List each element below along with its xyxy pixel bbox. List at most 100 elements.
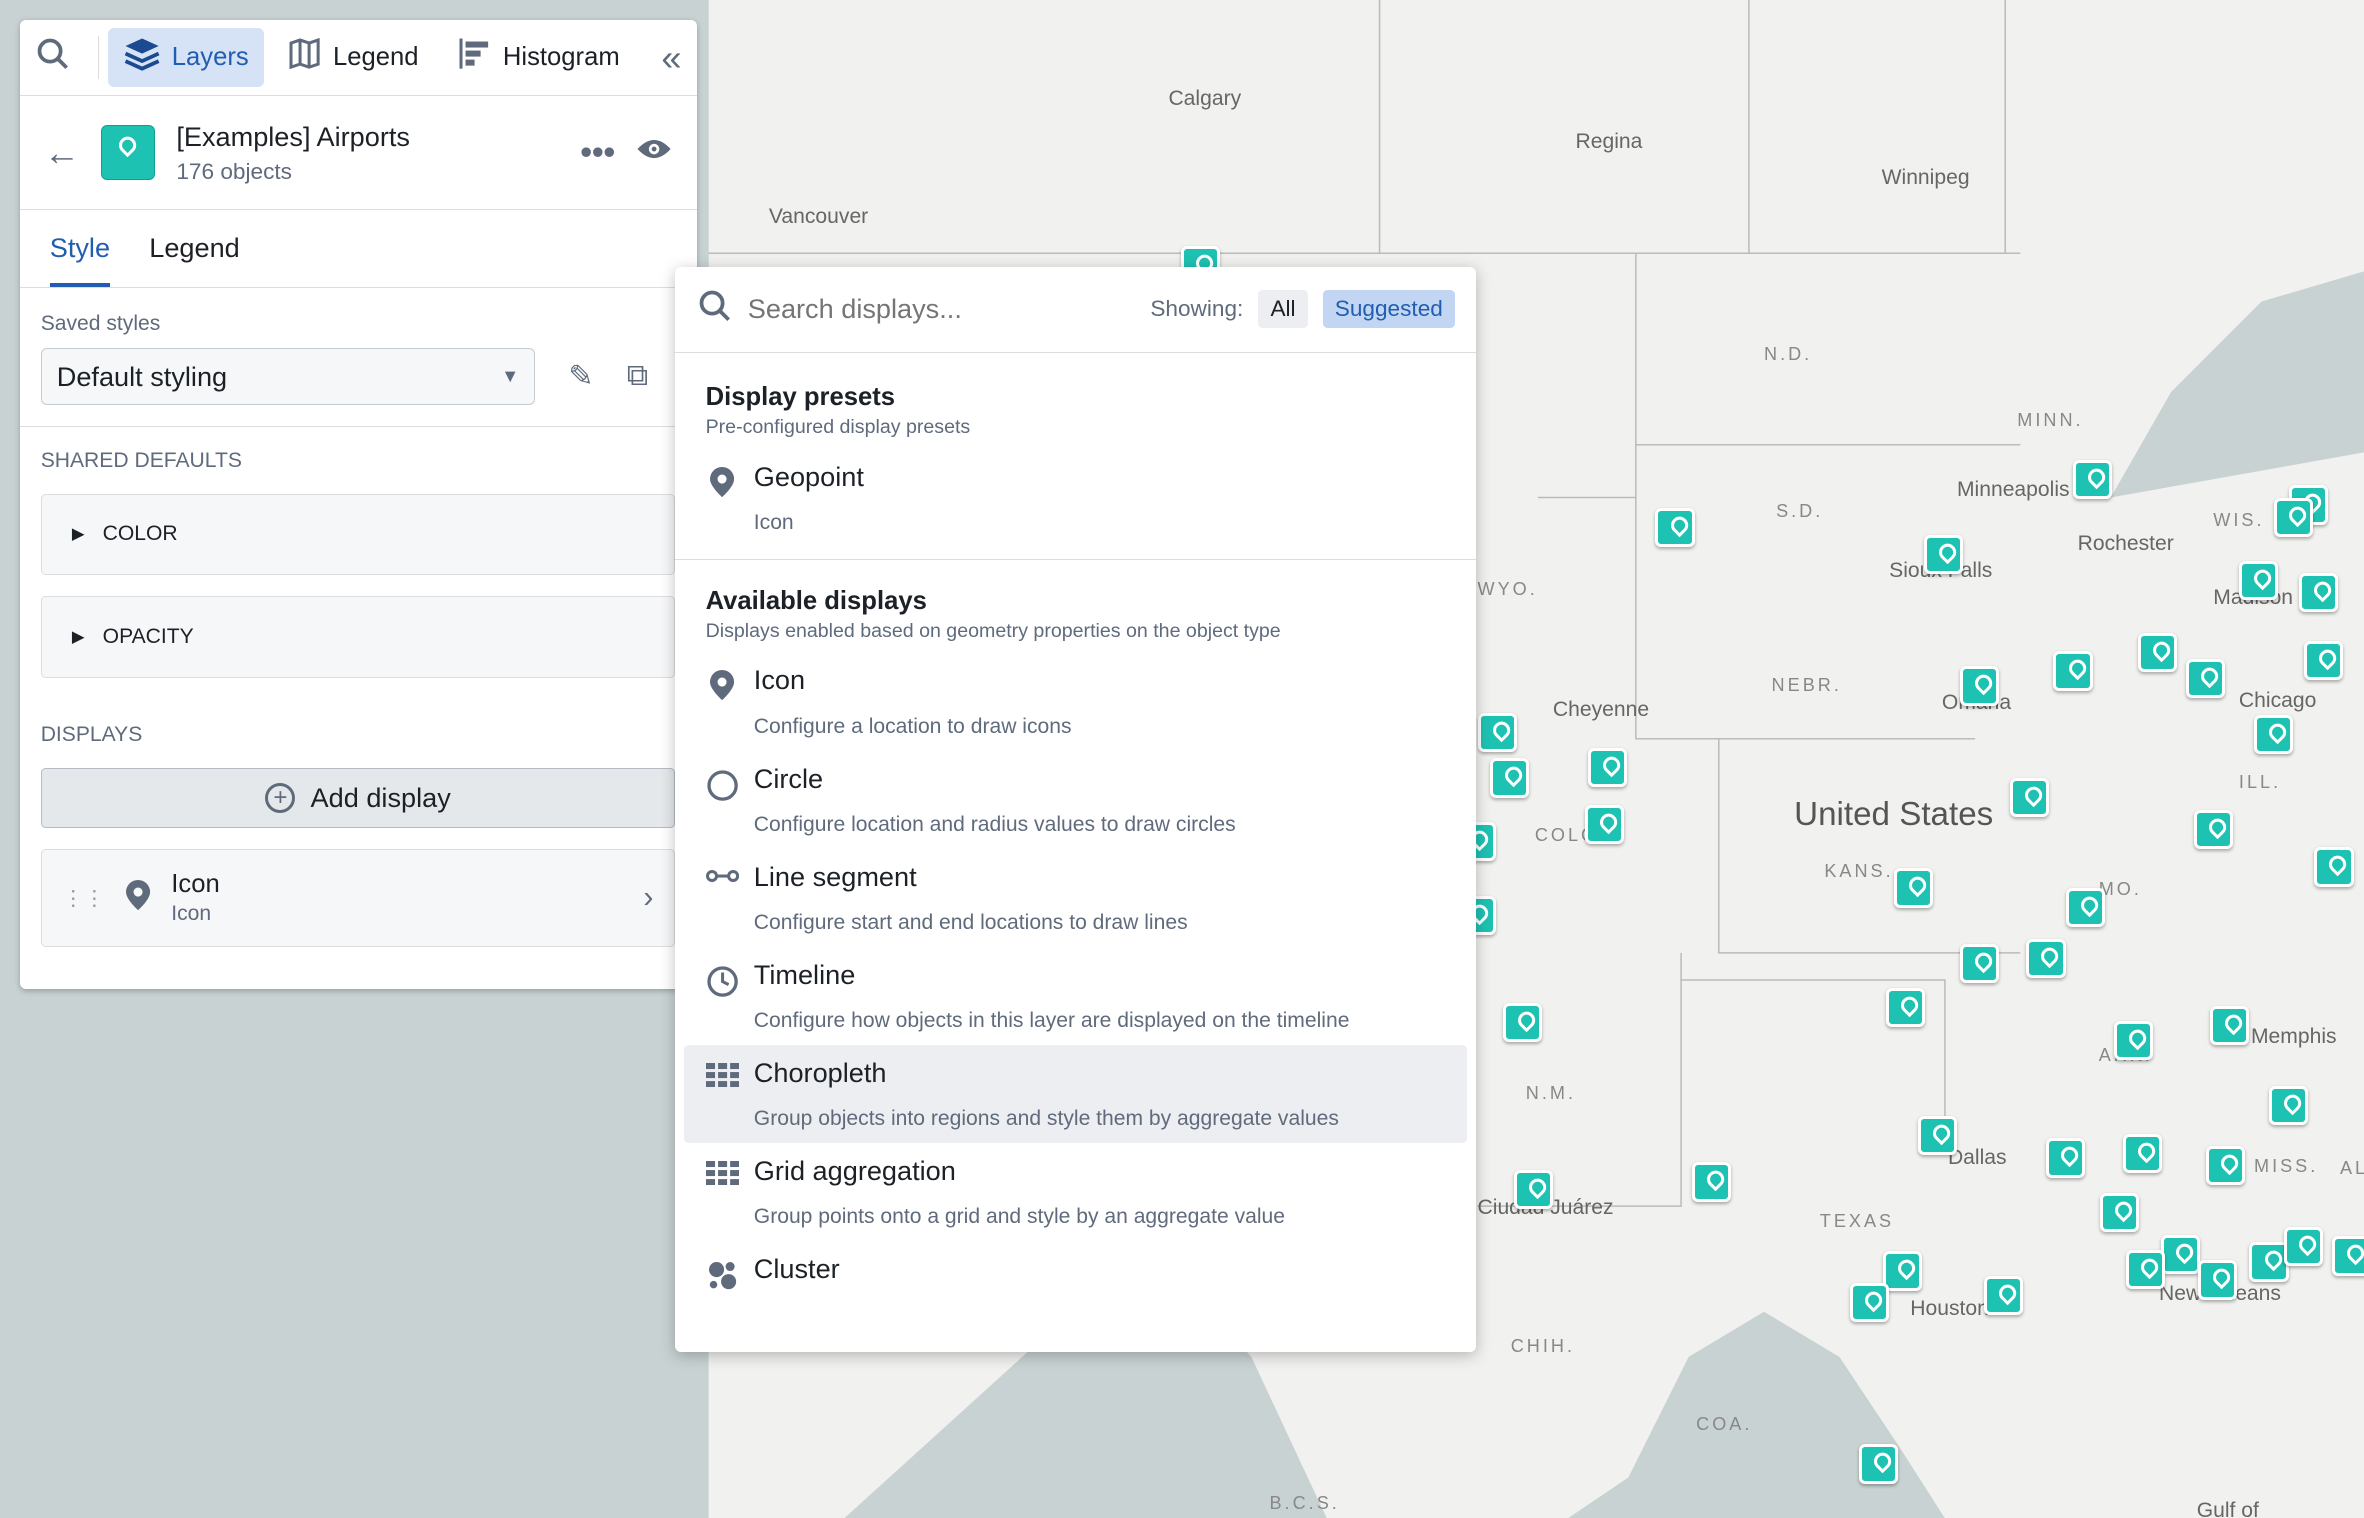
add-display-button[interactable]: +Add display: [41, 768, 676, 828]
filter-all[interactable]: All: [1258, 290, 1307, 328]
option-desc: Configure location and radius values to …: [754, 813, 1236, 837]
display-option-cluster[interactable]: Cluster: [684, 1241, 1467, 1304]
airport-marker[interactable]: [1984, 1276, 2023, 1315]
airport-marker[interactable]: [2138, 633, 2177, 672]
airport-marker[interactable]: [2254, 715, 2293, 754]
cluster-icon: [706, 1253, 739, 1292]
display-option-timeline[interactable]: TimelineConfigure how objects in this la…: [684, 947, 1467, 1045]
display-option-circle[interactable]: CircleConfigure location and radius valu…: [684, 751, 1467, 849]
airport-marker[interactable]: [2299, 573, 2338, 612]
airport-marker[interactable]: [1960, 666, 1999, 705]
option-title: Grid aggregation: [754, 1155, 1285, 1187]
tab-label: Histogram: [503, 43, 620, 72]
eye-icon[interactable]: [636, 137, 672, 168]
airport-marker[interactable]: [2123, 1134, 2162, 1173]
option-desc: Icon: [754, 511, 864, 535]
opacity-section[interactable]: ▶OPACITY: [41, 596, 676, 677]
airport-marker[interactable]: [1859, 1444, 1898, 1483]
layer-title: [Examples] Airports: [176, 121, 559, 153]
shared-defaults-heading: SHARED DEFAULTS: [41, 449, 676, 473]
saved-styles-select[interactable]: Default styling▼: [41, 348, 536, 405]
map-label: Calgary: [1168, 87, 1241, 111]
airport-marker[interactable]: [1886, 988, 1925, 1027]
airport-marker[interactable]: [2274, 498, 2313, 537]
map-label: N.M.: [1526, 1083, 1576, 1104]
airport-marker[interactable]: [2304, 641, 2343, 680]
section-label: COLOR: [103, 522, 178, 546]
airport-marker[interactable]: [1894, 868, 1933, 907]
display-option-line-segment[interactable]: Line segmentConfigure start and end loca…: [684, 849, 1467, 947]
map-label: Minneapolis: [1957, 478, 2070, 502]
available-subtitle: Displays enabled based on geometry prope…: [706, 620, 1446, 643]
filter-suggested[interactable]: Suggested: [1323, 290, 1455, 328]
airport-marker[interactable]: [2066, 888, 2105, 927]
airport-marker[interactable]: [2249, 1242, 2288, 1281]
airport-marker[interactable]: [1918, 1116, 1957, 1155]
display-option-icon[interactable]: IconConfigure a location to draw icons: [684, 652, 1467, 750]
airport-marker[interactable]: [2210, 1006, 2249, 1045]
tab-style[interactable]: Style: [50, 209, 110, 287]
chevron-right-icon: ›: [643, 881, 653, 915]
display-option-geopoint[interactable]: GeopointIcon: [684, 448, 1467, 546]
airport-marker[interactable]: [2026, 939, 2065, 978]
duplicate-icon[interactable]: ⧉: [627, 359, 649, 394]
tab-legend[interactable]: Legend: [273, 28, 434, 86]
airport-marker[interactable]: [2269, 1086, 2308, 1125]
airport-marker[interactable]: [2198, 1260, 2237, 1299]
airport-marker[interactable]: [1490, 758, 1529, 797]
drag-handle-icon[interactable]: ⋮⋮: [63, 885, 105, 911]
search-icon[interactable]: [35, 36, 89, 79]
airport-marker[interactable]: [1960, 944, 1999, 983]
tab-legend-layer[interactable]: Legend: [149, 209, 240, 287]
tab-histogram[interactable]: Histogram: [443, 28, 635, 86]
display-option-choropleth[interactable]: ChoroplethGroup objects into regions and…: [684, 1045, 1467, 1143]
presets-subtitle: Pre-configured display presets: [706, 416, 1446, 439]
airport-marker[interactable]: [2206, 1146, 2245, 1185]
airport-marker[interactable]: [1585, 805, 1624, 844]
search-displays-input[interactable]: [748, 293, 1136, 325]
airport-marker[interactable]: [1514, 1170, 1553, 1209]
collapse-icon[interactable]: «: [661, 37, 681, 79]
color-section[interactable]: ▶COLOR: [41, 494, 676, 575]
airport-marker[interactable]: [2284, 1227, 2323, 1266]
airport-marker[interactable]: [2186, 659, 2225, 698]
display-item-icon[interactable]: ⋮⋮ IconIcon ›: [41, 849, 676, 947]
airport-marker[interactable]: [1503, 1003, 1542, 1042]
airport-marker[interactable]: [2161, 1235, 2200, 1274]
airport-marker[interactable]: [2314, 847, 2353, 886]
tab-layers[interactable]: Layers: [108, 28, 263, 86]
map-label: TEXAS: [1820, 1211, 1894, 1232]
airport-marker[interactable]: [2114, 1021, 2153, 1060]
airport-marker[interactable]: [2332, 1236, 2364, 1275]
airport-marker[interactable]: [2100, 1193, 2139, 1232]
airport-marker[interactable]: [2053, 651, 2092, 690]
caret-right-icon: ▶: [72, 627, 85, 647]
airport-marker[interactable]: [2010, 778, 2049, 817]
airport-marker[interactable]: [1655, 508, 1694, 547]
option-title: Choropleth: [754, 1057, 1339, 1089]
map-label: S.D.: [1776, 501, 1823, 522]
airport-marker[interactable]: [2073, 460, 2112, 499]
airport-marker[interactable]: [1850, 1283, 1889, 1322]
map-label: ILL.: [2239, 772, 2281, 793]
map-marker-icon: [706, 461, 739, 535]
map-label: Houston: [1910, 1297, 1989, 1321]
more-icon[interactable]: •••: [580, 134, 615, 172]
airport-marker[interactable]: [2126, 1250, 2165, 1289]
display-option-grid-aggregation[interactable]: Grid aggregationGroup points onto a grid…: [684, 1143, 1467, 1241]
option-desc: Configure a location to draw icons: [754, 715, 1072, 739]
edit-icon[interactable]: ✎: [568, 359, 593, 394]
map-label: B.C.S.: [1269, 1493, 1339, 1514]
airport-marker[interactable]: [1588, 748, 1627, 787]
option-title: Cluster: [754, 1253, 840, 1285]
airport-marker[interactable]: [1924, 535, 1963, 574]
histogram-icon: [458, 37, 491, 77]
showing-label: Showing:: [1150, 296, 1243, 322]
airport-marker[interactable]: [1478, 713, 1517, 752]
airport-marker[interactable]: [2239, 561, 2278, 600]
airport-marker[interactable]: [2046, 1138, 2085, 1177]
back-arrow-icon[interactable]: ←: [44, 132, 80, 174]
airport-marker[interactable]: [1883, 1251, 1922, 1290]
airport-marker[interactable]: [1692, 1162, 1731, 1201]
airport-marker[interactable]: [2194, 810, 2233, 849]
